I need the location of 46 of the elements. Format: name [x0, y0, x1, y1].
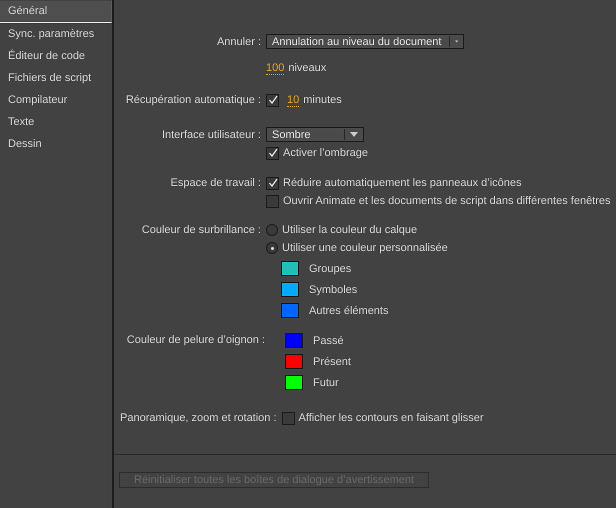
- color-swatch[interactable]: [285, 333, 303, 348]
- swatch-label: Symboles: [309, 284, 358, 296]
- field-label: Panoramique, zoom et rotation :: [119, 411, 278, 426]
- caret-icon: [350, 132, 358, 137]
- field-label: Annuler :: [216, 35, 262, 50]
- sidebar-item[interactable]: Sync. paramètres: [0, 23, 112, 45]
- unit-label: minutes: [303, 94, 342, 106]
- checkbox[interactable]: [282, 412, 295, 424]
- option-label: Ouvrir Animate et les documents de script dans différentes fenêtres: [283, 195, 611, 207]
- color-swatch[interactable]: [281, 282, 299, 297]
- field-label: Récupération automatique :: [124, 93, 262, 108]
- option-label: Utiliser la couleur du calque: [282, 224, 418, 236]
- option-label: Réduire automatiquement les panneaux d’icônes: [283, 177, 522, 189]
- unit-label: niveaux: [288, 62, 326, 74]
- undo-dropdown[interactable]: Annulation au niveau du document: [266, 34, 464, 49]
- swatch-label: Présent: [313, 356, 351, 368]
- swatch-label: Autres éléments: [309, 304, 388, 316]
- field-label: Couleur de pelure d’oignon :: [126, 333, 266, 348]
- color-swatch[interactable]: [285, 354, 303, 369]
- field-label: Interface utilisateur :: [160, 128, 262, 143]
- theme-dropdown[interactable]: Sombre: [266, 127, 364, 142]
- option-label: Activer l’ombrage: [283, 147, 368, 159]
- radio-button[interactable]: [266, 224, 278, 236]
- sidebar-item[interactable]: Dessin: [0, 133, 112, 155]
- color-swatch[interactable]: [285, 375, 303, 390]
- sidebar-item[interactable]: Texte: [0, 111, 112, 133]
- checkbox[interactable]: [266, 94, 279, 106]
- field-label: Espace de travail :: [170, 176, 262, 191]
- checkbox[interactable]: [266, 176, 279, 190]
- minutes-value[interactable]: 10: [287, 94, 300, 106]
- sidebar-item[interactable]: Éditeur de code: [0, 45, 112, 67]
- swatch-label: Groupes: [309, 262, 352, 274]
- option-label: Utiliser une couleur personnalisée: [282, 242, 448, 254]
- sidebar-item[interactable]: Général: [0, 1, 112, 23]
- field-label: Couleur de surbrillance :: [140, 223, 262, 238]
- sidebar-item[interactable]: Fichiers de script: [0, 67, 112, 89]
- sidebar-item[interactable]: Compilateur: [0, 89, 112, 111]
- color-swatch[interactable]: [281, 303, 299, 318]
- radio-button[interactable]: [266, 242, 278, 254]
- color-swatch[interactable]: [281, 261, 299, 276]
- swatch-label: Futur: [313, 376, 339, 388]
- checkbox[interactable]: [266, 146, 279, 160]
- checkbox[interactable]: [266, 194, 279, 208]
- swatch-label: Passé: [313, 334, 344, 346]
- option-label: Afficher les contours en faisant glisser: [298, 412, 484, 424]
- levels-value[interactable]: 100: [266, 62, 284, 74]
